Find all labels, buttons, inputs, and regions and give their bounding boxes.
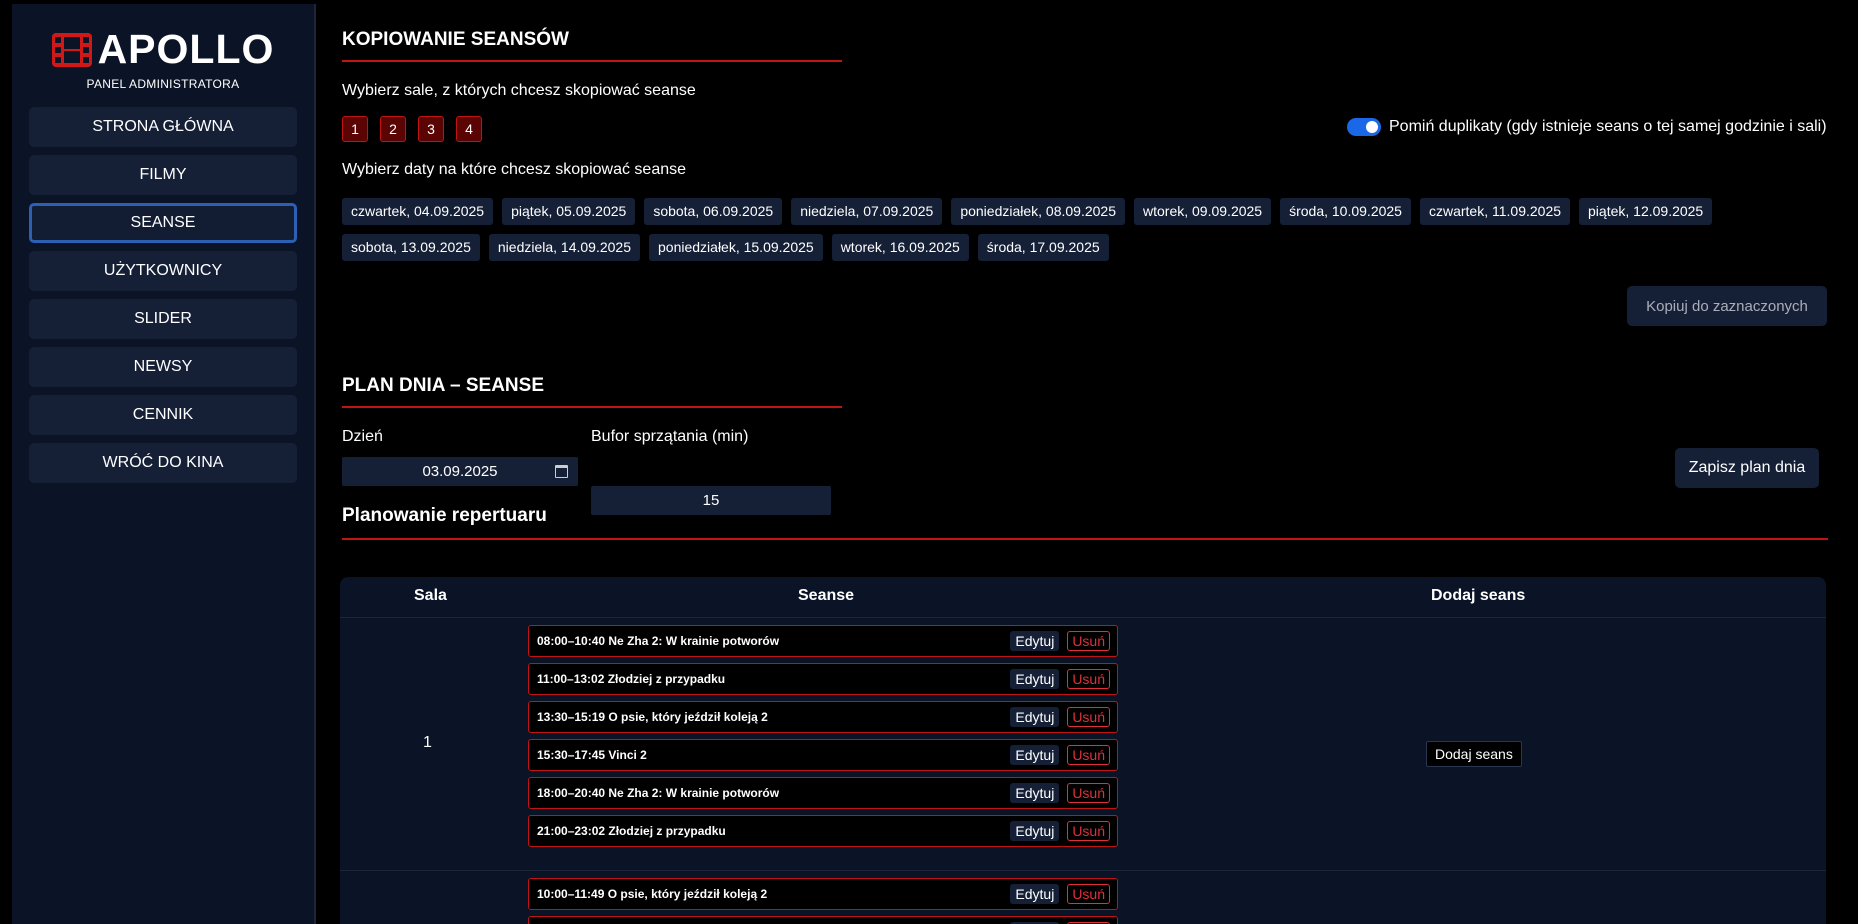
nav-item-home[interactable]: STRONA GŁÓWNA [29, 107, 297, 147]
show-title: 11:00–13:02 Złodziej z przypadku [537, 672, 726, 686]
delete-button[interactable]: Usuń [1067, 884, 1110, 904]
dates-label: Wybierz daty na które chcesz skopiować s… [342, 161, 687, 178]
show-item: 10:00–11:49 O psie, który jeździł koleją… [528, 878, 1118, 910]
show-title: 10:00–11:49 O psie, który jeździł koleją… [537, 887, 768, 901]
skip-duplicates-label: Pomiń duplikaty (gdy istnieje seans o te… [1389, 118, 1827, 135]
nav-item-news[interactable]: NEWSY [29, 347, 297, 387]
delete-button[interactable]: Usuń [1067, 669, 1110, 689]
main-content: KOPIOWANIE SEANSÓW Wybierz sale, z który… [340, 0, 1830, 924]
date-chip[interactable]: niedziela, 07.09.2025 [791, 198, 943, 225]
edit-button[interactable]: Edytuj [1010, 669, 1060, 689]
buffer-label: Bufor sprzątania (min) [591, 428, 749, 445]
brand: APOLLO PANEL ADMINISTRATORA [12, 4, 314, 91]
show-item: 11:00–13:02 Złodziej z przypadku Edytuj … [528, 663, 1118, 695]
delete-button[interactable]: Usuń [1067, 821, 1110, 841]
edit-button[interactable]: Edytuj [1010, 884, 1060, 904]
sidebar-nav: STRONA GŁÓWNA FILMY SEANSE UŻYTKOWNICY S… [12, 107, 314, 483]
show-title: 08:00–10:40 Ne Zha 2: W krainie potworów [537, 634, 780, 648]
date-chip[interactable]: czwartek, 11.09.2025 [1419, 198, 1571, 225]
date-chip[interactable]: czwartek, 04.09.2025 [342, 198, 494, 225]
brand-name: APOLLO [97, 26, 275, 72]
delete-button[interactable]: Usuń [1067, 707, 1110, 727]
buffer-value: 15 [702, 492, 720, 509]
day-date-value: 03.09.2025 [422, 463, 498, 480]
date-chip[interactable]: piątek, 05.09.2025 [502, 198, 636, 225]
hall-chip-2[interactable]: 2 [380, 116, 406, 142]
edit-button[interactable]: Edytuj [1010, 783, 1060, 803]
date-chip[interactable]: środa, 17.09.2025 [977, 234, 1109, 261]
copy-section-title: KOPIOWANIE SEANSÓW [342, 29, 569, 50]
calendar-icon[interactable] [555, 465, 568, 478]
date-chip[interactable]: środa, 10.09.2025 [1280, 198, 1411, 225]
show-title: 18:00–20:40 Ne Zha 2: W krainie potworów [537, 786, 780, 800]
header-separator [340, 617, 1826, 618]
nav-item-pricing[interactable]: CENNIK [29, 395, 297, 435]
skip-duplicates-row: Pomiń duplikaty (gdy istnieje seans o te… [1347, 118, 1827, 136]
repertoire-title: Planowanie repertuaru [342, 505, 547, 526]
hall-chip-3[interactable]: 3 [418, 116, 444, 142]
plan-title-underline [342, 406, 842, 408]
brand-subtitle: PANEL ADMINISTRATORA [86, 77, 240, 91]
delete-button[interactable]: Usuń [1067, 631, 1110, 651]
film-icon [51, 32, 92, 67]
hall-chip-1[interactable]: 1 [342, 116, 368, 142]
edit-button[interactable]: Edytuj [1010, 745, 1060, 765]
add-show-button[interactable]: Dodaj seans [1426, 741, 1522, 767]
plan-section-title: PLAN DNIA – SEANSE [342, 375, 544, 396]
nav-item-movies[interactable]: FILMY [29, 155, 297, 195]
show-item: 15:30–17:45 Vinci 2 Edytuj Usuń [528, 739, 1118, 771]
repertoire-table: Sala Seanse Dodaj seans 1 08:00–10:40 Ne… [340, 577, 1826, 924]
nav-item-back-to-cinema[interactable]: WRÓĆ DO KINA [29, 443, 297, 483]
delete-button[interactable]: Usuń [1067, 783, 1110, 803]
hall-chips: 1234 [342, 116, 494, 142]
date-chip[interactable]: wtorek, 16.09.2025 [831, 234, 969, 261]
show-title: 13:30–15:19 O psie, który jeździł koleją… [537, 710, 768, 724]
edit-button[interactable]: Edytuj [1010, 631, 1060, 651]
edit-button[interactable]: Edytuj [1010, 707, 1060, 727]
nav-item-users[interactable]: UŻYTKOWNICY [29, 251, 297, 291]
save-day-plan-button[interactable]: Zapisz plan dnia [1675, 448, 1819, 488]
date-chip[interactable]: wtorek, 09.09.2025 [1134, 198, 1272, 225]
column-header-shows: Seanse [798, 587, 855, 604]
edit-button[interactable]: Edytuj [1010, 821, 1060, 841]
show-title: 21:00–23:02 Złodziej z przypadku [537, 824, 726, 838]
show-item: 13:30–15:19 O psie, który jeździł koleją… [528, 701, 1118, 733]
show-item: 21:00–23:02 Złodziej z przypadku Edytuj … [528, 815, 1118, 847]
row-separator [340, 870, 1826, 871]
show-item: 08:00–10:40 Ne Zha 2: W krainie potworów… [528, 625, 1118, 657]
hall-number: 1 [423, 734, 432, 751]
date-chip[interactable]: poniedziałek, 15.09.2025 [649, 234, 823, 261]
date-chip[interactable]: niedziela, 14.09.2025 [488, 234, 640, 261]
day-date-input[interactable]: 03.09.2025 [342, 457, 578, 486]
column-header-hall: Sala [414, 587, 447, 604]
date-chip[interactable]: sobota, 13.09.2025 [342, 234, 480, 261]
copy-to-selected-button[interactable]: Kopiuj do zaznaczonych [1627, 286, 1827, 326]
date-chips-row-1: czwartek, 04.09.2025 piątek, 05.09.2025 so… [342, 198, 1721, 225]
column-header-add: Dodaj seans [1431, 587, 1526, 604]
delete-button[interactable]: Usuń [1067, 745, 1110, 765]
nav-item-screenings[interactable]: SEANSE [29, 203, 297, 243]
date-chip[interactable]: sobota, 06.09.2025 [644, 198, 783, 225]
date-chips-row-2: sobota, 13.09.2025 niedziela, 14.09.2025 p… [342, 234, 1118, 261]
day-label: Dzień [342, 428, 383, 445]
nav-item-slider[interactable]: SLIDER [29, 299, 297, 339]
repertoire-underline [342, 538, 1828, 540]
show-item: Edytuj Usuń [528, 916, 1118, 924]
copy-title-underline [342, 60, 842, 62]
halls-label: Wybierz sale, z których chcesz skopiować… [342, 82, 696, 99]
skip-duplicates-toggle[interactable] [1347, 118, 1381, 136]
date-chip[interactable]: piątek, 12.09.2025 [1579, 198, 1713, 225]
date-chip[interactable]: poniedziałek, 08.09.2025 [951, 198, 1125, 225]
show-item: 18:00–20:40 Ne Zha 2: W krainie potworów… [528, 777, 1118, 809]
hall-chip-4[interactable]: 4 [456, 116, 482, 142]
show-title: 15:30–17:45 Vinci 2 [537, 748, 647, 762]
buffer-input[interactable]: 15 [591, 486, 831, 515]
sidebar: APOLLO PANEL ADMINISTRATORA STRONA GŁÓWN… [12, 4, 316, 924]
